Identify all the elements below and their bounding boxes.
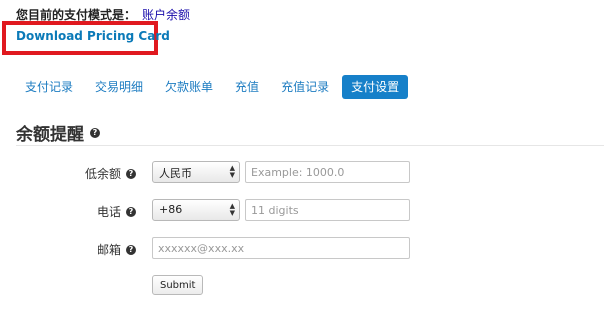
email-placeholder: xxxxxx@xxx.xx — [158, 242, 245, 255]
currency-select[interactable]: 人民币 ▲ ▼ — [152, 161, 240, 183]
section-title: 余额提醒 ? — [16, 120, 100, 145]
low-balance-row: 低余额 ? 人民币 ▲ ▼ Example: 1000.0 — [0, 161, 604, 185]
tab-recharge[interactable]: 充值 — [226, 75, 268, 99]
country-code-value: +86 — [159, 203, 183, 216]
divider — [16, 145, 604, 146]
country-code-select[interactable]: +86 ▲ ▼ — [152, 199, 240, 221]
tab-transaction-details[interactable]: 交易明细 — [86, 75, 152, 99]
phone-input[interactable]: 11 digits — [245, 199, 410, 221]
currency-select-value: 人民币 — [159, 167, 192, 180]
phone-label: 电话 ? — [97, 203, 136, 220]
help-icon[interactable]: ? — [126, 168, 136, 179]
email-input[interactable]: xxxxxx@xxx.xx — [152, 237, 410, 259]
low-balance-label: 低余额 ? — [85, 165, 136, 182]
select-arrows-icon: ▲ ▼ — [229, 164, 235, 179]
email-label-text: 邮箱 — [96, 243, 121, 257]
select-arrows-icon: ▲ ▼ — [229, 202, 235, 217]
help-icon[interactable]: ? — [126, 206, 136, 217]
tab-bar: 支付记录 交易明细 欠款账单 充值 充值记录 支付设置 — [16, 75, 409, 99]
email-label: 邮箱 ? — [97, 241, 136, 258]
tab-payment-settings[interactable]: 支付设置 — [342, 75, 409, 99]
tab-recharge-records[interactable]: 充值记录 — [272, 75, 338, 99]
help-icon[interactable]: ? — [126, 244, 136, 255]
payment-mode-value[interactable]: 账户余额 — [142, 8, 190, 22]
low-balance-label-text: 低余额 — [84, 167, 121, 181]
low-balance-placeholder: Example: 1000.0 — [251, 166, 345, 179]
phone-label-text: 电话 — [96, 205, 121, 219]
section-title-text: 余额提醒 — [16, 125, 84, 145]
low-balance-input[interactable]: Example: 1000.0 — [245, 161, 410, 183]
payment-mode-label: 您目前的支付模式是： — [16, 8, 137, 22]
tab-arrears-bill[interactable]: 欠款账单 — [156, 75, 222, 99]
tab-payment-records[interactable]: 支付记录 — [16, 75, 82, 99]
phone-placeholder: 11 digits — [251, 204, 299, 217]
download-pricing-card-link[interactable]: Download Pricing Card — [16, 29, 170, 43]
email-row: 邮箱 ? xxxxxx@xxx.xx — [0, 237, 604, 261]
phone-row: 电话 ? +86 ▲ ▼ 11 digits — [0, 199, 604, 223]
help-icon[interactable]: ? — [90, 127, 100, 138]
submit-button[interactable]: Submit — [152, 275, 204, 295]
